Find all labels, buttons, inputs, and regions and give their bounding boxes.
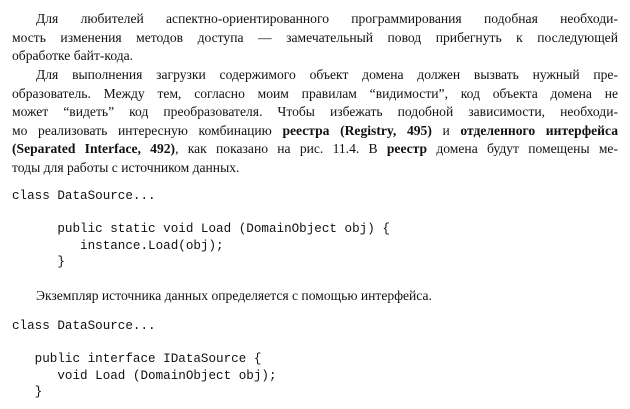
paragraph-line: мо реализовать интересную комбинацию рее… — [12, 122, 618, 141]
text-run: домена будут помещены ме- — [427, 141, 618, 157]
code-block-interface: class DataSource... public interface IDa… — [12, 318, 277, 401]
paragraph-line: Для любителей аспектно-ориентированного … — [36, 11, 618, 26]
code-line: public interface IDataSource { — [12, 352, 262, 366]
paragraph-interface: Экземпляр источника данных определяется … — [12, 287, 618, 306]
code-line: class DataSource... — [12, 189, 156, 203]
code-line: } — [12, 255, 65, 269]
text-run: и — [431, 122, 461, 138]
paragraph-line: может “видеть” код преобразователя. Чтоб… — [12, 104, 618, 120]
paragraph-line: образователь. Между тем, согласно моим п… — [12, 85, 618, 101]
paragraph-line: тоды для работы с источником данных. — [12, 159, 240, 175]
paragraph-line: обработке байт-кода. — [12, 48, 134, 64]
pattern-reference-separated-interface: отделенного интерфейса — [460, 122, 618, 138]
paragraph-loading: Для выполнения загрузки содержимого объе… — [12, 66, 618, 178]
paragraph-line: Экземпляр источника данных определяется … — [36, 288, 432, 303]
book-page: Для любителей аспектно-ориентированного … — [0, 0, 630, 409]
paragraph-line: мость изменения методов доступа — замеча… — [12, 29, 618, 45]
pattern-reference-registry: реестра (Registry, 495) — [282, 122, 432, 138]
paragraph-aop: Для любителей аспектно-ориентированного … — [12, 10, 618, 66]
text-run: , как показано на рис. 11.4. В — [175, 141, 387, 157]
code-line: void Load (DomainObject obj); — [12, 368, 277, 383]
pattern-reference-separated-interface-page: (Separated Interface, 492) — [12, 141, 176, 157]
pattern-reference-registry-short: реестр — [386, 141, 428, 157]
paragraph-line: Для выполнения загрузки содержимого объе… — [36, 67, 618, 82]
paragraph-line: (Separated Interface, 492), как показано… — [12, 140, 618, 159]
code-line: } — [12, 385, 43, 399]
code-line: public static void Load (DomainObject ob… — [12, 222, 390, 236]
code-block-load: class DataSource... public static void L… — [12, 188, 390, 271]
code-line: instance.Load(obj); — [12, 238, 224, 253]
text-run: мо реализовать интересную комбинацию — [12, 122, 283, 138]
code-line: class DataSource... — [12, 319, 156, 333]
